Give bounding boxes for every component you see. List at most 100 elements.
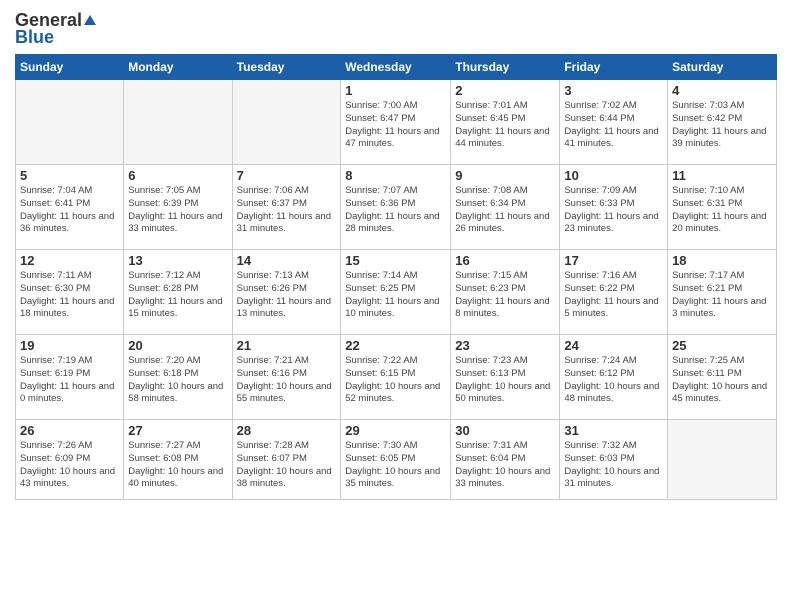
page: General Blue SundayMondayTuesdayWednesda…: [0, 0, 792, 612]
day-number: 28: [237, 423, 337, 438]
day-number: 7: [237, 168, 337, 183]
day-cell: 4Sunrise: 7:03 AMSunset: 6:42 PMDaylight…: [668, 80, 777, 165]
day-cell: 6 Sunrise: 7:05 AMSunset: 6:39 PMDaylight…: [124, 165, 232, 250]
day-info: Sunrise: 7:19 AMSunset: 6:19 PMDaylight:…: [20, 355, 119, 406]
day-number: 15: [345, 253, 446, 268]
day-number: 30: [455, 423, 555, 438]
day-info: Sunrise: 7:17 AMSunset: 6:21 PMDaylight:…: [672, 270, 772, 321]
day-cell: 10 Sunrise: 7:09 AMSunset: 6:33 PMDayligh…: [560, 165, 668, 250]
col-header-saturday: Saturday: [668, 55, 777, 80]
day-number: 31: [564, 423, 663, 438]
day-info: Sunrise: 7:11 AMSunset: 6:30 PMDaylight:…: [20, 270, 119, 321]
day-number: 8: [345, 168, 446, 183]
day-cell: 27Sunrise: 7:27 AMSunset: 6:08 PMDayligh…: [124, 420, 232, 500]
day-info: Sunrise: 7:32 AMSunset: 6:03 PMDaylight:…: [564, 440, 663, 491]
day-info: Sunrise: 7:28 AMSunset: 6:07 PMDaylight:…: [237, 440, 337, 491]
logo-blue: Blue: [15, 27, 54, 48]
day-number: 6: [128, 168, 227, 183]
day-cell: 9Sunrise: 7:08 AMSunset: 6:34 PMDaylight…: [451, 165, 560, 250]
day-cell: 2 Sunrise: 7:01 AMSunset: 6:45 PMDaylight…: [451, 80, 560, 165]
day-cell: 22 Sunrise: 7:22 AMSunset: 6:15 PMDayligh…: [341, 335, 451, 420]
day-cell: 29 Sunrise: 7:30 AMSunset: 6:05 PMDayligh…: [341, 420, 451, 500]
day-info: Sunrise: 7:01 AMSunset: 6:45 PMDaylight:…: [455, 100, 555, 151]
week-row-2: 5 Sunrise: 7:04 AMSunset: 6:41 PMDaylight…: [16, 165, 777, 250]
day-cell: 30 Sunrise: 7:31 AMSunset: 6:04 PMDayligh…: [451, 420, 560, 500]
day-cell: [668, 420, 777, 500]
day-info: Sunrise: 7:07 AMSunset: 6:36 PMDaylight:…: [345, 185, 446, 236]
col-header-wednesday: Wednesday: [341, 55, 451, 80]
col-header-sunday: Sunday: [16, 55, 124, 80]
day-number: 10: [564, 168, 663, 183]
day-cell: 25Sunrise: 7:25 AMSunset: 6:11 PMDayligh…: [668, 335, 777, 420]
day-number: 20: [128, 338, 227, 353]
calendar-header-row: SundayMondayTuesdayWednesdayThursdayFrid…: [16, 55, 777, 80]
day-info: Sunrise: 7:15 AMSunset: 6:23 PMDaylight:…: [455, 270, 555, 321]
day-number: 5: [20, 168, 119, 183]
day-info: Sunrise: 7:26 AMSunset: 6:09 PMDaylight:…: [20, 440, 119, 491]
day-number: 11: [672, 168, 772, 183]
calendar: SundayMondayTuesdayWednesdayThursdayFrid…: [15, 54, 777, 500]
day-cell: 23Sunrise: 7:23 AMSunset: 6:13 PMDayligh…: [451, 335, 560, 420]
day-cell: 5 Sunrise: 7:04 AMSunset: 6:41 PMDaylight…: [16, 165, 124, 250]
day-number: 26: [20, 423, 119, 438]
day-info: Sunrise: 7:00 AMSunset: 6:47 PMDaylight:…: [345, 100, 446, 151]
day-info: Sunrise: 7:14 AMSunset: 6:25 PMDaylight:…: [345, 270, 446, 321]
day-cell: 12 Sunrise: 7:11 AMSunset: 6:30 PMDayligh…: [16, 250, 124, 335]
week-row-4: 19 Sunrise: 7:19 AMSunset: 6:19 PMDayligh…: [16, 335, 777, 420]
day-cell: 18 Sunrise: 7:17 AMSunset: 6:21 PMDayligh…: [668, 250, 777, 335]
header: General Blue: [15, 10, 777, 48]
day-number: 24: [564, 338, 663, 353]
day-number: 12: [20, 253, 119, 268]
day-info: Sunrise: 7:05 AMSunset: 6:39 PMDaylight:…: [128, 185, 227, 236]
logo-triangle-icon: [84, 15, 96, 25]
day-cell: [232, 80, 341, 165]
day-info: Sunrise: 7:21 AMSunset: 6:16 PMDaylight:…: [237, 355, 337, 406]
day-info: Sunrise: 7:24 AMSunset: 6:12 PMDaylight:…: [564, 355, 663, 406]
day-number: 9: [455, 168, 555, 183]
day-info: Sunrise: 7:20 AMSunset: 6:18 PMDaylight:…: [128, 355, 227, 406]
day-info: Sunrise: 7:04 AMSunset: 6:41 PMDaylight:…: [20, 185, 119, 236]
day-number: 25: [672, 338, 772, 353]
day-info: Sunrise: 7:31 AMSunset: 6:04 PMDaylight:…: [455, 440, 555, 491]
day-cell: 14 Sunrise: 7:13 AMSunset: 6:26 PMDayligh…: [232, 250, 341, 335]
day-cell: 3Sunrise: 7:02 AMSunset: 6:44 PMDaylight…: [560, 80, 668, 165]
day-number: 23: [455, 338, 555, 353]
day-number: 29: [345, 423, 446, 438]
day-info: Sunrise: 7:27 AMSunset: 6:08 PMDaylight:…: [128, 440, 227, 491]
day-cell: [124, 80, 232, 165]
col-header-tuesday: Tuesday: [232, 55, 341, 80]
day-cell: 31 Sunrise: 7:32 AMSunset: 6:03 PMDayligh…: [560, 420, 668, 500]
day-cell: 8 Sunrise: 7:07 AMSunset: 6:36 PMDaylight…: [341, 165, 451, 250]
day-number: 3: [564, 83, 663, 98]
day-number: 14: [237, 253, 337, 268]
day-cell: 7Sunrise: 7:06 AMSunset: 6:37 PMDaylight…: [232, 165, 341, 250]
day-cell: 16Sunrise: 7:15 AMSunset: 6:23 PMDayligh…: [451, 250, 560, 335]
day-cell: [16, 80, 124, 165]
day-info: Sunrise: 7:30 AMSunset: 6:05 PMDaylight:…: [345, 440, 446, 491]
day-cell: 15 Sunrise: 7:14 AMSunset: 6:25 PMDayligh…: [341, 250, 451, 335]
day-number: 22: [345, 338, 446, 353]
day-info: Sunrise: 7:12 AMSunset: 6:28 PMDaylight:…: [128, 270, 227, 321]
day-cell: 21 Sunrise: 7:21 AMSunset: 6:16 PMDayligh…: [232, 335, 341, 420]
day-cell: 11 Sunrise: 7:10 AMSunset: 6:31 PMDayligh…: [668, 165, 777, 250]
day-number: 19: [20, 338, 119, 353]
day-number: 18: [672, 253, 772, 268]
day-number: 13: [128, 253, 227, 268]
day-info: Sunrise: 7:22 AMSunset: 6:15 PMDaylight:…: [345, 355, 446, 406]
week-row-5: 26 Sunrise: 7:26 AMSunset: 6:09 PMDayligh…: [16, 420, 777, 500]
day-cell: 17Sunrise: 7:16 AMSunset: 6:22 PMDayligh…: [560, 250, 668, 335]
day-info: Sunrise: 7:13 AMSunset: 6:26 PMDaylight:…: [237, 270, 337, 321]
day-cell: 20 Sunrise: 7:20 AMSunset: 6:18 PMDayligh…: [124, 335, 232, 420]
day-number: 21: [237, 338, 337, 353]
week-row-1: 1 Sunrise: 7:00 AMSunset: 6:47 PMDaylight…: [16, 80, 777, 165]
day-info: Sunrise: 7:09 AMSunset: 6:33 PMDaylight:…: [564, 185, 663, 236]
week-row-3: 12 Sunrise: 7:11 AMSunset: 6:30 PMDayligh…: [16, 250, 777, 335]
col-header-monday: Monday: [124, 55, 232, 80]
day-number: 2: [455, 83, 555, 98]
logo: General Blue: [15, 10, 96, 48]
day-number: 1: [345, 83, 446, 98]
day-cell: 13 Sunrise: 7:12 AMSunset: 6:28 PMDayligh…: [124, 250, 232, 335]
day-cell: 19 Sunrise: 7:19 AMSunset: 6:19 PMDayligh…: [16, 335, 124, 420]
day-info: Sunrise: 7:16 AMSunset: 6:22 PMDaylight:…: [564, 270, 663, 321]
day-info: Sunrise: 7:10 AMSunset: 6:31 PMDaylight:…: [672, 185, 772, 236]
